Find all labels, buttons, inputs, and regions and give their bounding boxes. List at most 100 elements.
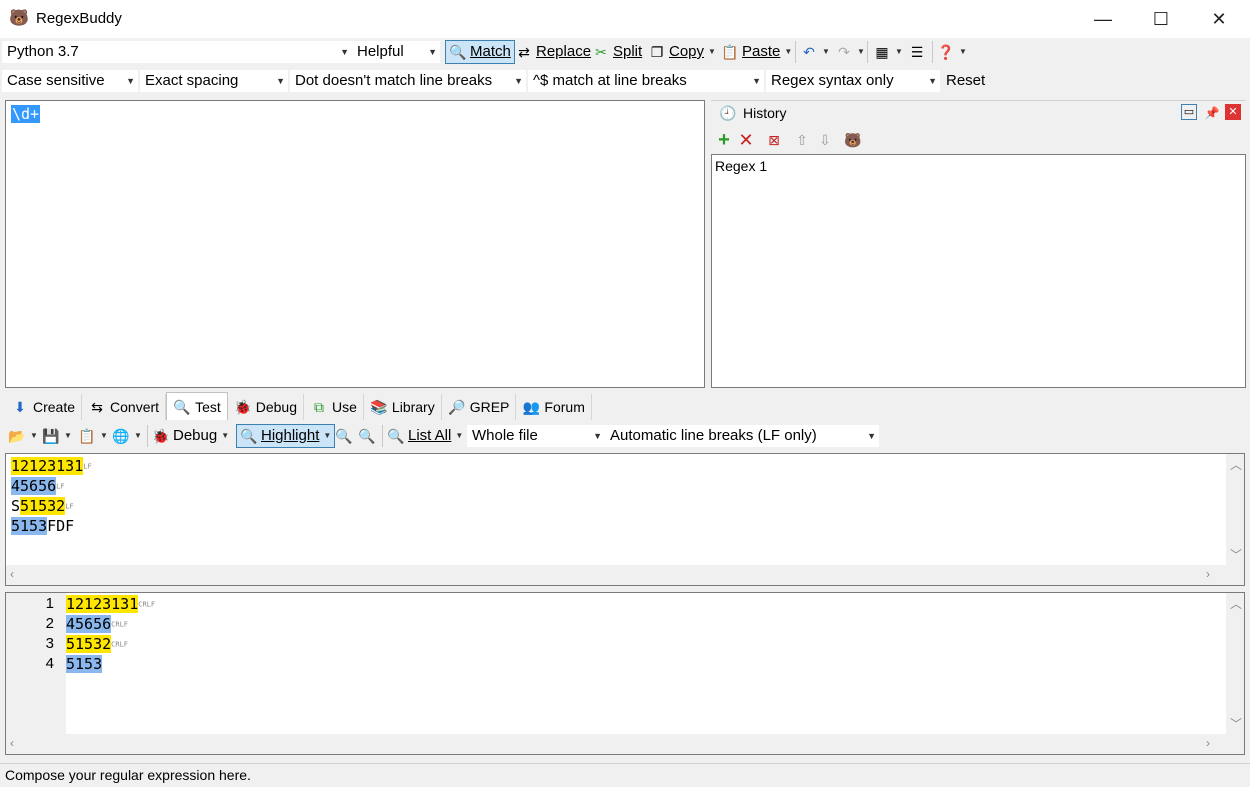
match-highlight: 5153 — [66, 655, 103, 673]
scroll-left-icon[interactable]: ‹ — [10, 567, 14, 581]
layout-button[interactable]: ▦ ▼ — [873, 40, 903, 64]
buddy-icon[interactable]: 🐻 — [844, 131, 862, 149]
open-button[interactable]: 📂 ▼ — [8, 424, 38, 448]
results-panel[interactable]: 1 2 3 4 12123131CRLF 45656CRLF 51532CRLF… — [5, 592, 1245, 755]
scroll-down-icon[interactable]: ﹀ — [1230, 546, 1242, 563]
delete-icon[interactable]: ✕ — [737, 131, 755, 149]
add-icon[interactable]: + — [715, 130, 733, 150]
replace-icon: ⇄ — [518, 44, 530, 60]
chevron-down-icon: ▼ — [134, 431, 142, 440]
list-all-button[interactable]: 🔍 List All ▼ — [387, 424, 463, 448]
vertical-scrollbar[interactable]: ︿ ﹀ — [1226, 454, 1244, 566]
help-icon: ❓ — [937, 44, 955, 60]
flavor-value: Python 3.7 — [7, 43, 79, 60]
move-down-icon[interactable]: ⇩ — [816, 131, 834, 149]
scroll-right-icon[interactable]: › — [1206, 736, 1210, 750]
undo-icon: ↶ — [803, 44, 815, 60]
line-break-marker: CRLF — [138, 600, 156, 609]
paste-button[interactable]: 📋 Paste ▼ — [721, 40, 792, 64]
scroll-up-icon[interactable]: ︿ — [1230, 595, 1242, 612]
scroll-up-icon[interactable]: ︿ — [1230, 456, 1242, 473]
paste-label: Paste — [742, 43, 781, 60]
save-button[interactable]: 💾 ▼ — [42, 424, 72, 448]
history-toolbar: + ✕ ⊠ ⇧ ⇩ 🐻 — [711, 128, 1246, 152]
case-select[interactable]: Case sensitive ▼ — [2, 70, 138, 92]
regex-editor[interactable]: \d+ — [5, 100, 705, 388]
chevron-down-icon: ▼ — [867, 431, 876, 441]
anchors-select[interactable]: ^$ match at line breaks ▼ — [528, 70, 764, 92]
separator — [795, 41, 796, 63]
help-button[interactable]: ❓ ▼ — [937, 40, 967, 64]
separator — [867, 41, 868, 63]
history-list[interactable]: Regex 1 — [711, 154, 1246, 388]
tab-use[interactable]: ⧉ Use — [304, 394, 364, 420]
line-breaks-select[interactable]: Automatic line breaks (LF only) ▼ — [605, 425, 879, 447]
tab-library[interactable]: 📚 Library — [364, 394, 442, 420]
redo-button[interactable]: ↷ ▼ — [835, 40, 865, 64]
scroll-right-icon[interactable]: › — [1206, 567, 1210, 581]
flavor-select[interactable]: Python 3.7 ▼ — [2, 41, 352, 63]
line-break-marker: LF — [56, 482, 65, 491]
highlight-label: Highlight — [261, 427, 320, 444]
tab-forum[interactable]: 👥 Forum — [516, 394, 592, 420]
scope-select[interactable]: Whole file ▼ — [467, 425, 605, 447]
zoom-in-button[interactable]: 🔍 — [358, 424, 376, 448]
test-line: 45656LF — [11, 476, 65, 496]
grid-icon: ▦ — [875, 44, 889, 60]
magnifier-icon: 🔍 — [449, 44, 467, 60]
tab-convert[interactable]: ⇆ Convert — [82, 394, 167, 420]
pin-icon[interactable]: 📌 — [1203, 104, 1221, 122]
vertical-scrollbar[interactable]: ︿ ﹀ — [1226, 593, 1244, 735]
test-line: 5153FDF — [11, 516, 74, 536]
tab-test[interactable]: 🔍 Test — [166, 392, 228, 420]
copy-icon: ❐ — [650, 44, 664, 60]
match-button[interactable]: 🔍 Match — [445, 40, 515, 64]
tab-label: GREP — [469, 399, 510, 415]
move-up-icon[interactable]: ⇧ — [793, 131, 811, 149]
history-title: History — [743, 105, 787, 121]
forum-icon: 👥 — [522, 399, 541, 415]
panels-button[interactable]: ☰ — [908, 40, 926, 64]
zoom-out-button[interactable]: 🔍 — [335, 424, 353, 448]
spacing-select[interactable]: Exact spacing ▼ — [140, 70, 288, 92]
magnifier-icon: 🔍 — [387, 428, 405, 444]
reset-button[interactable]: Reset — [946, 69, 985, 93]
float-panel-icon[interactable]: ▭ — [1181, 104, 1197, 120]
debug-button[interactable]: 🐞 Debug ▼ — [152, 424, 229, 448]
chevron-down-icon: ▼ — [593, 431, 602, 441]
paste-test-button[interactable]: 📋 ▼ — [78, 424, 108, 448]
tab-debug[interactable]: 🐞 Debug — [228, 394, 305, 420]
close-button[interactable]: ✕ — [1190, 0, 1248, 38]
tab-bar: ⬇ Create ⇆ Convert 🔍 Test 🐞 Debug ⧉ Use 📚 Libr… — [5, 392, 592, 420]
replace-button[interactable]: ⇄ Replace — [515, 40, 591, 64]
line-number: 2 — [45, 615, 54, 632]
horizontal-scrollbar[interactable]: ‹ › — [6, 565, 1244, 585]
horizontal-scrollbar[interactable]: ‹ › — [6, 734, 1244, 754]
separator — [382, 425, 383, 447]
dot-select[interactable]: Dot doesn't match line breaks ▼ — [290, 70, 526, 92]
undo-button[interactable]: ↶ ▼ — [800, 40, 830, 64]
tab-label: Debug — [255, 399, 298, 415]
replace-label: Replace — [536, 43, 592, 60]
syntax-select[interactable]: Regex syntax only ▼ — [766, 70, 940, 92]
maximize-button[interactable]: ☐ — [1132, 0, 1190, 38]
library-icon: 📚 — [370, 399, 388, 415]
highlight-button[interactable]: 🔍 Highlight ▼ — [236, 424, 336, 448]
split-button[interactable]: ✂ Split — [592, 40, 642, 64]
delete-all-icon[interactable]: ⊠ — [765, 131, 783, 149]
main-toolbar: Python 3.7 ▼ Helpful ▼ 🔍 Match ⇄ Replace ✂ Sp… — [0, 38, 1250, 67]
match-highlight: 45656 — [11, 477, 57, 495]
minimize-button[interactable]: — — [1074, 0, 1132, 38]
test-subject-editor[interactable]: 12123131LF 45656LF S51532LF 5153FDF ︿ ﹀ … — [5, 453, 1245, 586]
web-button[interactable]: 🌐 ▼ — [112, 424, 142, 448]
chevron-down-icon: ▼ — [64, 431, 72, 440]
copy-button[interactable]: ❐ Copy ▼ — [648, 40, 716, 64]
history-item[interactable]: Regex 1 — [715, 158, 767, 174]
tab-grep[interactable]: 🔎 GREP — [442, 394, 517, 420]
scroll-left-icon[interactable]: ‹ — [10, 736, 14, 750]
help-mode-select[interactable]: Helpful ▼ — [352, 41, 440, 63]
close-panel-icon[interactable]: ✕ — [1225, 104, 1241, 120]
status-bar: Compose your regular expression here. — [0, 763, 1250, 787]
tab-create[interactable]: ⬇ Create — [5, 394, 83, 420]
scroll-down-icon[interactable]: ﹀ — [1230, 715, 1242, 732]
